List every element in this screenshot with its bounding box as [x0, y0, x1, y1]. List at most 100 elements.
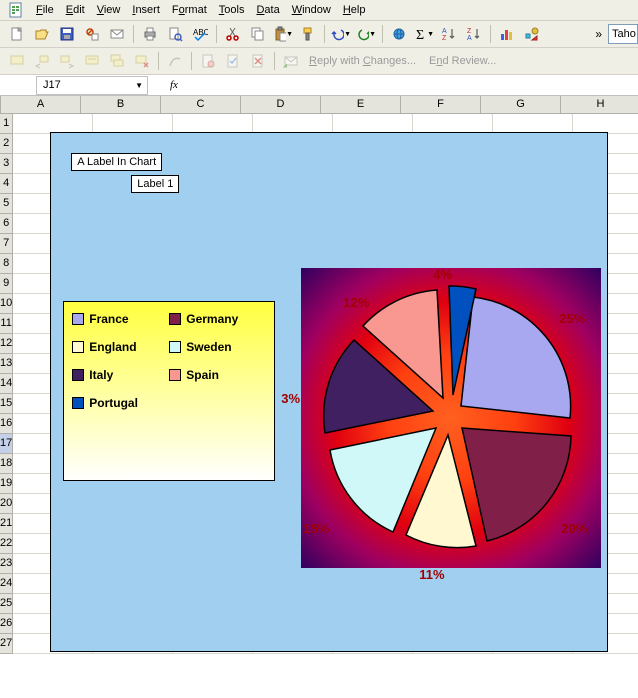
reply-with-changes-button[interactable]: Reply with Changes...: [305, 55, 416, 67]
column-header[interactable]: B: [81, 96, 161, 113]
row-header[interactable]: 17: [0, 434, 13, 454]
dropdown-arrow-icon[interactable]: ▼: [135, 81, 143, 90]
show-ink-button[interactable]: [164, 50, 186, 72]
row-header[interactable]: 22: [0, 534, 13, 554]
slice-france[interactable]: [461, 297, 571, 418]
reject-change-button[interactable]: [247, 50, 269, 72]
row-header[interactable]: 19: [0, 474, 13, 494]
paste-button[interactable]: ▼: [272, 23, 294, 45]
menu-tools[interactable]: Tools: [213, 2, 251, 18]
legend-item[interactable]: Italy: [72, 368, 169, 382]
cut-button[interactable]: [222, 23, 244, 45]
font-combo[interactable]: Taho: [608, 24, 638, 44]
column-header[interactable]: C: [161, 96, 241, 113]
menu-file[interactable]: File: [30, 2, 60, 18]
spelling-button[interactable]: ABC: [189, 23, 211, 45]
chart-legend[interactable]: FranceGermanyEnglandSwedenItalySpain Port…: [63, 301, 275, 481]
print-button[interactable]: [139, 23, 161, 45]
end-review-button[interactable]: End Review...: [425, 55, 496, 67]
row-header[interactable]: 8: [0, 254, 13, 274]
cell[interactable]: [13, 114, 93, 134]
menu-help[interactable]: Help: [337, 2, 372, 18]
row-header[interactable]: 27: [0, 634, 13, 654]
format-painter-button[interactable]: [297, 23, 319, 45]
cell[interactable]: [253, 114, 333, 134]
row-header[interactable]: 23: [0, 554, 13, 574]
legend-item[interactable]: Sweden: [169, 340, 266, 354]
show-comment-button[interactable]: [81, 50, 103, 72]
copy-button[interactable]: [247, 23, 269, 45]
row-header[interactable]: 14: [0, 374, 13, 394]
legend-item[interactable]: Portugal: [72, 396, 172, 410]
chart-label-2[interactable]: Label 1: [131, 175, 179, 193]
row-header[interactable]: 4: [0, 174, 13, 194]
print-preview-button[interactable]: [164, 23, 186, 45]
open-button[interactable]: [31, 23, 53, 45]
worksheet-grid[interactable]: ABCDEFGH 1 23 4567891011121314151617181920…: [0, 96, 638, 654]
row-header[interactable]: 6: [0, 214, 13, 234]
row-header[interactable]: 20: [0, 494, 13, 514]
slice-germany[interactable]: [462, 428, 571, 541]
legend-item[interactable]: Spain: [169, 368, 266, 382]
row-header[interactable]: 5: [0, 194, 13, 214]
cell[interactable]: [573, 114, 638, 134]
menu-insert[interactable]: Insert: [126, 2, 166, 18]
drawing-button[interactable]: [521, 23, 543, 45]
column-header[interactable]: F: [401, 96, 481, 113]
cell[interactable]: [173, 114, 253, 134]
name-box[interactable]: J17 ▼: [36, 76, 148, 95]
legend-item[interactable]: France: [72, 312, 169, 326]
column-header[interactable]: D: [241, 96, 321, 113]
cell[interactable]: [493, 114, 573, 134]
row-header[interactable]: 21: [0, 514, 13, 534]
menu-window[interactable]: Window: [286, 2, 337, 18]
menu-format[interactable]: Format: [166, 2, 213, 18]
menu-data[interactable]: Data: [250, 2, 285, 18]
row-header[interactable]: 10: [0, 294, 13, 314]
next-comment-button[interactable]: [56, 50, 78, 72]
row-header[interactable]: 9: [0, 274, 13, 294]
row-header[interactable]: 15: [0, 394, 13, 414]
email-button[interactable]: [106, 23, 128, 45]
row-header[interactable]: 1: [0, 114, 13, 134]
show-all-comments-button[interactable]: [106, 50, 128, 72]
track-changes-button[interactable]: [197, 50, 219, 72]
column-header[interactable]: A: [1, 96, 81, 113]
cell[interactable]: [333, 114, 413, 134]
delete-comment-button[interactable]: [131, 50, 153, 72]
chart-label-1[interactable]: A Label In Chart: [71, 153, 162, 171]
row-header[interactable]: 24: [0, 574, 13, 594]
menu-edit[interactable]: Edit: [60, 2, 91, 18]
legend-item[interactable]: Germany: [169, 312, 266, 326]
cell[interactable]: [93, 114, 173, 134]
save-button[interactable]: [56, 23, 78, 45]
column-header[interactable]: H: [561, 96, 638, 113]
toolbar-overflow-icon[interactable]: »: [595, 27, 602, 41]
row-header[interactable]: 25: [0, 594, 13, 614]
row-header[interactable]: 26: [0, 614, 13, 634]
chart-wizard-button[interactable]: [496, 23, 518, 45]
fx-button[interactable]: fx: [170, 79, 178, 91]
row-header[interactable]: 18: [0, 454, 13, 474]
permission-button[interactable]: [81, 23, 103, 45]
row-header[interactable]: 13: [0, 354, 13, 374]
sort-desc-button[interactable]: ZA: [463, 23, 485, 45]
row-header[interactable]: 7: [0, 234, 13, 254]
new-button[interactable]: [6, 23, 28, 45]
sort-asc-button[interactable]: AZ: [438, 23, 460, 45]
row-header[interactable]: 16: [0, 414, 13, 434]
row-header[interactable]: 11: [0, 314, 13, 334]
chart-object[interactable]: A Label In Chart Label 1 FranceGermanyEn…: [50, 132, 608, 652]
hyperlink-button[interactable]: [388, 23, 410, 45]
column-header[interactable]: G: [481, 96, 561, 113]
undo-button[interactable]: ▼: [330, 23, 352, 45]
row-header[interactable]: 3: [0, 154, 13, 174]
autosum-button[interactable]: Σ▼: [413, 23, 435, 45]
column-header[interactable]: E: [321, 96, 401, 113]
pie-plot-area[interactable]: [301, 268, 601, 568]
cell[interactable]: [413, 114, 493, 134]
row-header[interactable]: 12: [0, 334, 13, 354]
redo-button[interactable]: ▼: [355, 23, 377, 45]
menu-view[interactable]: View: [91, 2, 127, 18]
legend-item[interactable]: England: [72, 340, 169, 354]
